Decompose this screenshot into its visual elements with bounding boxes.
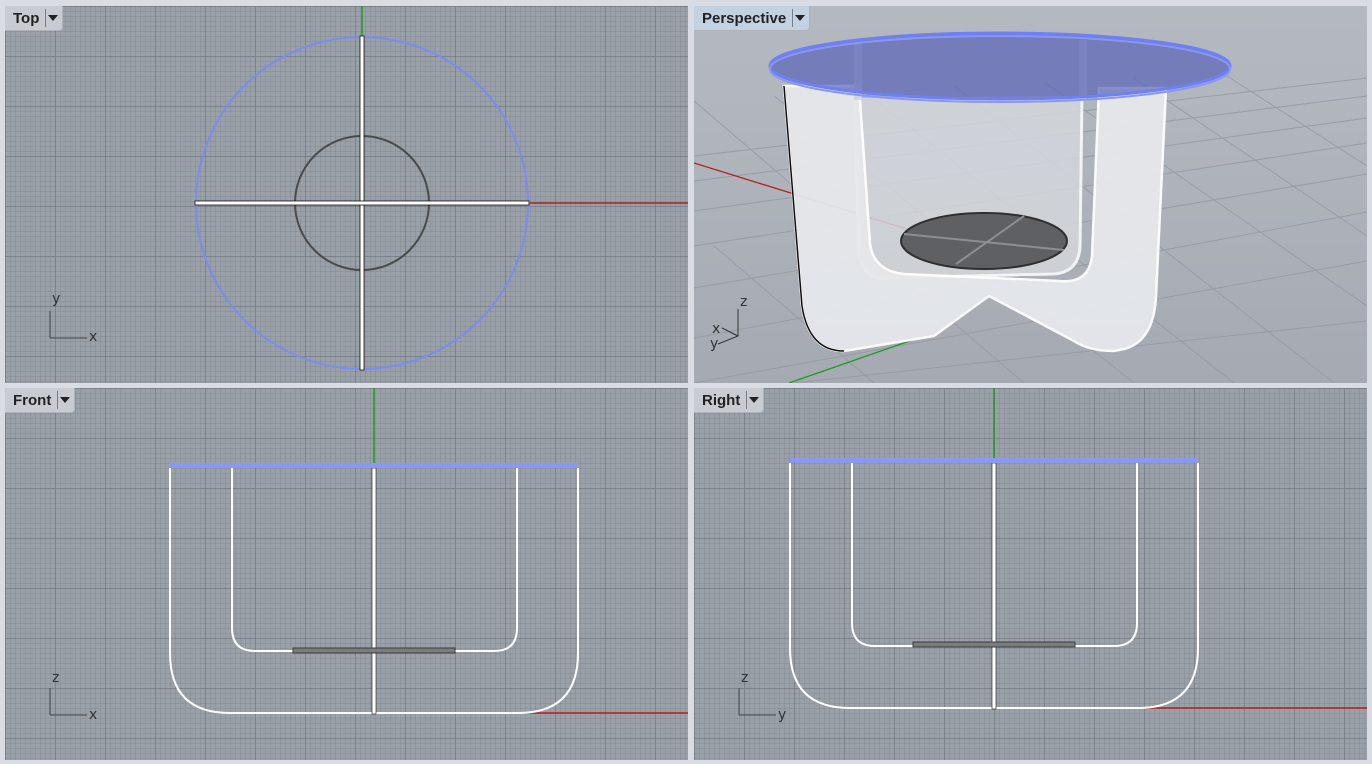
axis-label-x: x xyxy=(89,329,97,345)
viewport-title: Top xyxy=(13,9,40,27)
viewport-tab-front[interactable]: Front xyxy=(5,388,76,413)
bottom-disc-edge xyxy=(292,647,456,654)
viewport-title: Right xyxy=(702,391,741,409)
axis-label-x: x xyxy=(89,707,97,723)
glass-top-edge xyxy=(170,463,578,468)
axis-gizmo xyxy=(738,688,776,716)
axis-label-z: z xyxy=(52,670,59,686)
axis-label-y: y xyxy=(710,336,718,352)
viewport-tab-perspective[interactable]: Perspective xyxy=(694,6,811,31)
axis-gizmo xyxy=(49,688,87,716)
top-scene: y x xyxy=(49,6,688,371)
axis-label-y: y xyxy=(52,291,60,307)
viewport-tab-top[interactable]: Top xyxy=(5,6,64,31)
glass-top xyxy=(768,31,1232,101)
axis-gizmo xyxy=(49,311,87,339)
viewport-top[interactable]: Top y x xyxy=(5,6,688,383)
viewport-perspective[interactable]: Perspective z x y xyxy=(694,6,1367,383)
front-scene: z x xyxy=(49,388,688,723)
right-scene: z y xyxy=(738,388,1367,723)
viewport-title: Perspective xyxy=(702,9,787,27)
chevron-down-icon[interactable] xyxy=(792,9,807,27)
viewport-tab-right[interactable]: Right xyxy=(694,388,765,413)
axis-label-x: x xyxy=(712,321,720,337)
bottom-disc-edge xyxy=(912,641,1076,648)
axis-gizmo xyxy=(717,309,739,345)
axis-label-y: y xyxy=(778,707,786,723)
viewport-right[interactable]: Right z y xyxy=(694,388,1367,760)
chevron-down-icon[interactable] xyxy=(746,391,761,409)
viewport-title: Front xyxy=(13,391,52,409)
perspective-scene: z x y xyxy=(694,31,1367,383)
axis-label-z: z xyxy=(740,294,747,310)
glass-top-edge xyxy=(790,458,1198,463)
chevron-down-icon[interactable] xyxy=(45,9,60,27)
viewport-front[interactable]: Front z x xyxy=(5,388,688,760)
axis-label-z: z xyxy=(741,670,748,686)
chevron-down-icon[interactable] xyxy=(57,391,72,409)
